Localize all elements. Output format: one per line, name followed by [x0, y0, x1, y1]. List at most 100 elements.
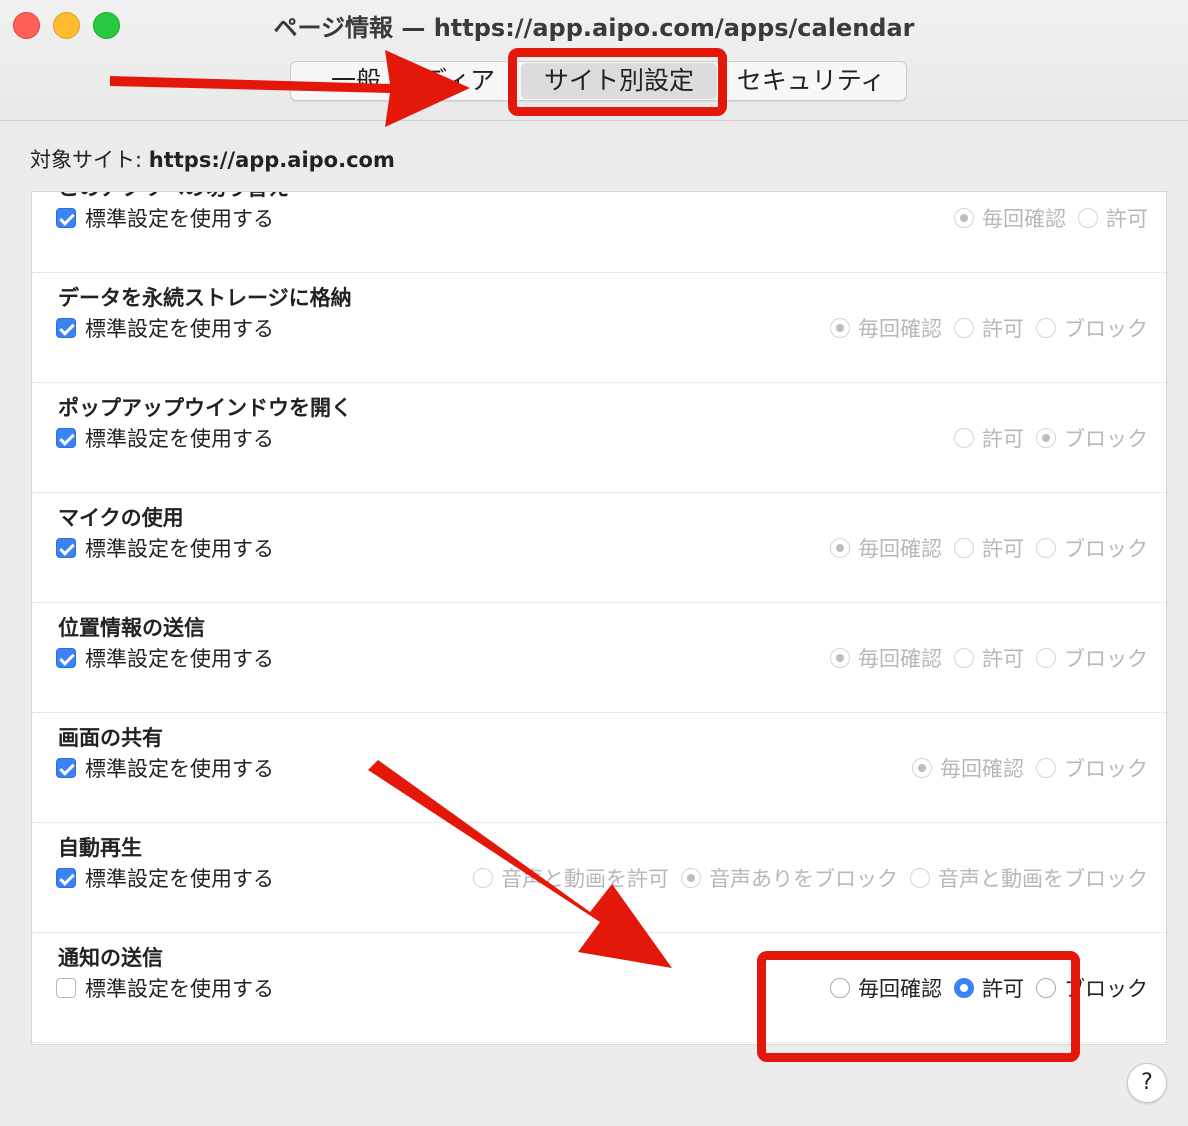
use-default-checkbox[interactable]: 標準設定を使用する [56, 973, 274, 1003]
permission-title: 自動再生 [58, 836, 142, 860]
radio-button[interactable] [1036, 538, 1056, 558]
radio-option[interactable]: 許可 [954, 643, 1024, 673]
radio-label: 毎回確認 [982, 207, 1066, 231]
radio-button[interactable] [1036, 318, 1056, 338]
permission-radio-group: 毎回確認 ブロック [912, 753, 1148, 783]
radio-label: ブロック [1064, 537, 1148, 561]
checkbox-box[interactable] [56, 428, 76, 448]
permission-row: データを永続ストレージに格納標準設定を使用する 毎回確認 許可 ブロック [32, 272, 1166, 383]
radio-option[interactable]: ブロック [1036, 643, 1148, 673]
highlight-notification-options [757, 951, 1080, 1062]
tab-media[interactable]: メディア [391, 62, 501, 100]
permissions-panel[interactable]: このアプリへの切り替え標準設定を使用する毎回確認許可データを永続ストレージに格納… [31, 191, 1167, 1045]
tab-security[interactable]: セキュリティ [731, 62, 891, 100]
radio-option[interactable]: 毎回確認 [954, 203, 1066, 233]
target-site-label: 対象サイト: [30, 148, 143, 172]
radio-label: ブロック [1064, 317, 1148, 341]
permission-row: 自動再生標準設定を使用する 音声と動画を許可 音声ありをブロック 音声と動画をブロック [32, 822, 1166, 933]
permission-row: マイクの使用 標準設定を使用する 毎回確認 許可 ブロック [32, 492, 1166, 603]
radio-option[interactable]: 毎回確認 [830, 533, 942, 563]
radio-label: 許可 [1106, 207, 1148, 231]
use-default-label: 標準設定を使用する [85, 427, 274, 451]
radio-label: ブロック [1064, 757, 1148, 781]
permission-radio-group: 毎回確認 許可 ブロック [830, 313, 1148, 343]
use-default-label: 標準設定を使用する [85, 647, 274, 671]
radio-label: ブロック [1064, 647, 1148, 671]
checkbox-box[interactable] [56, 868, 76, 888]
radio-option[interactable]: 音声と動画をブロック [910, 863, 1148, 893]
radio-option[interactable]: 許可 [954, 313, 1024, 343]
radio-label: 毎回確認 [858, 317, 942, 341]
permission-row: このアプリへの切り替え標準設定を使用する 毎回確認 許可 [32, 192, 1166, 273]
use-default-label: 標準設定を使用する [85, 867, 274, 891]
use-default-label: 標準設定を使用する [85, 317, 274, 341]
radio-button[interactable] [830, 648, 850, 668]
radio-button[interactable] [954, 648, 974, 668]
use-default-label: 標準設定を使用する [85, 537, 274, 561]
radio-label: 許可 [982, 427, 1024, 451]
radio-button[interactable] [910, 868, 930, 888]
use-default-checkbox[interactable]: 標準設定を使用する [56, 863, 274, 893]
radio-option[interactable]: 許可 [954, 423, 1024, 453]
permission-title: 通知の送信 [58, 946, 163, 970]
radio-option[interactable]: 毎回確認 [830, 643, 942, 673]
permission-title: データを永続ストレージに格納 [58, 286, 352, 310]
radio-option[interactable]: 許可 [954, 533, 1024, 563]
radio-label: 毎回確認 [940, 757, 1024, 781]
permission-title: 画面の共有 [58, 726, 163, 750]
highlight-site-settings-tab [508, 48, 727, 116]
radio-button[interactable] [1036, 758, 1056, 778]
permission-radio-group: 毎回確認 許可 ブロック [830, 533, 1148, 563]
radio-label: 許可 [982, 317, 1024, 341]
use-default-label: 標準設定を使用する [85, 207, 274, 231]
radio-button[interactable] [954, 428, 974, 448]
checkbox-box[interactable] [56, 648, 76, 668]
radio-option[interactable]: ブロック [1036, 313, 1148, 343]
checkbox-box[interactable] [56, 538, 76, 558]
permission-radio-group: 許可 ブロック [954, 423, 1148, 453]
checkbox-box[interactable] [56, 318, 76, 338]
use-default-checkbox[interactable]: 標準設定を使用する [56, 753, 274, 783]
use-default-checkbox[interactable]: 標準設定を使用する [56, 643, 274, 673]
radio-option[interactable]: ブロック [1036, 423, 1148, 453]
permission-title: 位置情報の送信 [58, 616, 205, 640]
radio-button[interactable] [681, 868, 701, 888]
radio-option[interactable]: ブロック [1036, 753, 1148, 783]
radio-button[interactable] [912, 758, 932, 778]
radio-option[interactable]: 音声と動画を許可 [473, 863, 669, 893]
radio-button[interactable] [954, 538, 974, 558]
window-title: ページ情報 — https://app.aipo.com/apps/calend… [273, 14, 915, 42]
radio-option[interactable]: ブロック [1036, 533, 1148, 563]
radio-label: 音声ありをブロック [709, 867, 898, 891]
checkbox-box[interactable] [56, 978, 76, 998]
radio-label: 毎回確認 [858, 647, 942, 671]
checkbox-box[interactable] [56, 208, 76, 228]
permission-radio-group: 毎回確認 許可 ブロック [830, 643, 1148, 673]
tab-general[interactable]: 一般 [321, 62, 391, 100]
radio-option[interactable]: 許可 [1078, 203, 1148, 233]
radio-label: 毎回確認 [858, 537, 942, 561]
radio-label: 許可 [982, 647, 1024, 671]
radio-option[interactable]: 音声ありをブロック [681, 863, 898, 893]
use-default-checkbox[interactable]: 標準設定を使用する [56, 203, 274, 233]
radio-button[interactable] [954, 318, 974, 338]
radio-button[interactable] [1078, 208, 1098, 228]
use-default-checkbox[interactable]: 標準設定を使用する [56, 533, 274, 563]
use-default-checkbox[interactable]: 標準設定を使用する [56, 313, 274, 343]
use-default-label: 標準設定を使用する [85, 757, 274, 781]
radio-option[interactable]: 毎回確認 [830, 313, 942, 343]
radio-label: 許可 [982, 537, 1024, 561]
radio-button[interactable] [830, 318, 850, 338]
radio-button[interactable] [473, 868, 493, 888]
permission-row: ポップアップウインドウを開く 標準設定を使用する 許可 ブロック [32, 382, 1166, 493]
target-site-url: https://app.aipo.com [148, 148, 395, 172]
help-button[interactable]: ? [1127, 1063, 1167, 1103]
radio-button[interactable] [830, 538, 850, 558]
use-default-checkbox[interactable]: 標準設定を使用する [56, 423, 274, 453]
checkbox-box[interactable] [56, 758, 76, 778]
radio-option[interactable]: 毎回確認 [912, 753, 1024, 783]
radio-button[interactable] [1036, 648, 1056, 668]
use-default-label: 標準設定を使用する [85, 977, 274, 1001]
radio-button[interactable] [954, 208, 974, 228]
radio-button[interactable] [1036, 428, 1056, 448]
